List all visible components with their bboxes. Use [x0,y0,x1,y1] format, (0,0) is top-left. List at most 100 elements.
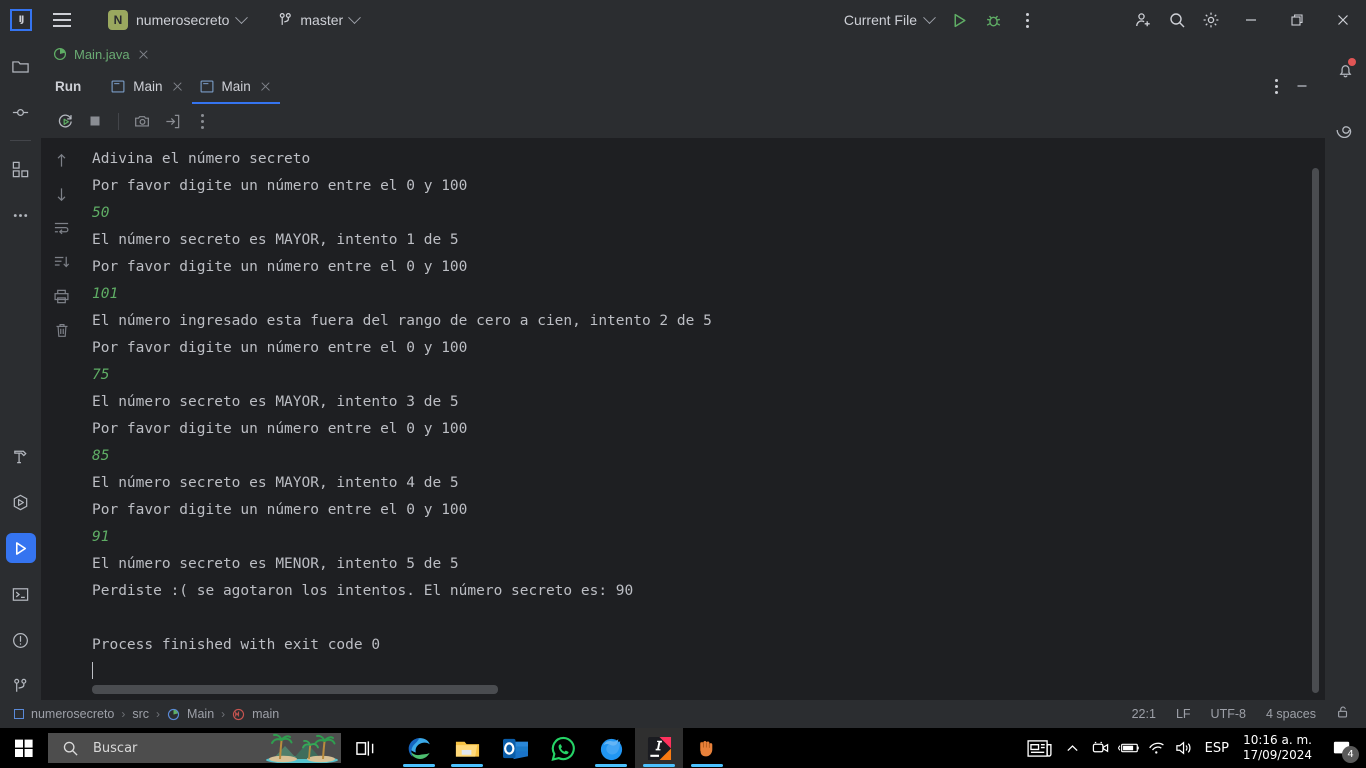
file-explorer-icon[interactable] [443,728,491,768]
branch-name: master [300,12,344,28]
caret-position[interactable]: 22:1 [1132,707,1156,721]
battery-charging-icon[interactable] [1115,728,1143,768]
rail-divider [10,140,31,141]
module-icon [14,709,24,719]
close-icon[interactable] [171,80,184,93]
debug-bug-icon[interactable] [976,0,1010,40]
run-panel-title: Run [55,78,82,94]
console-line: 91 [92,529,110,545]
line-separator[interactable]: LF [1176,707,1191,721]
add-user-icon[interactable] [1126,0,1160,40]
clear-all-trash-icon[interactable] [47,316,77,344]
console-lines: Adivina el número secreto Por favor digit… [82,146,1325,686]
stop-icon[interactable] [81,107,109,135]
hamburger-menu-icon[interactable] [44,0,80,40]
camera-icon[interactable] [1087,728,1115,768]
clock[interactable]: 10:16 a. m. 17/09/2024 [1235,733,1322,763]
outlook-icon[interactable] [491,728,539,768]
structure-icon[interactable] [0,149,41,189]
run-toolbar [41,104,1325,138]
more-vertical-icon[interactable] [1010,0,1044,40]
window-minimize-icon[interactable] [1228,0,1274,40]
language-indicator[interactable]: ESP [1199,728,1235,768]
breadcrumb-item-method[interactable]: main [252,707,279,721]
console-line: 85 [92,448,110,464]
java-class-icon [167,708,180,720]
breadcrumb-item-module[interactable]: numerosecreto [31,707,114,721]
indent-setting[interactable]: 4 spaces [1266,707,1316,721]
breadcrumb-item-class[interactable]: Main [187,707,214,721]
console-vertical-scrollbar[interactable] [1312,168,1319,693]
window-close-icon[interactable] [1320,0,1366,40]
run-play-icon[interactable] [942,0,976,40]
search-icon[interactable] [1160,0,1194,40]
editor-tab-main-java[interactable]: Main.java [41,40,160,68]
intellij-logo-icon[interactable]: IJ [10,9,32,31]
clock-time: 10:16 a. m. [1243,733,1312,747]
close-icon[interactable] [137,48,150,61]
console-line: El número ingresado esta fuera del rango… [92,313,712,329]
microsoft-edge-icon[interactable] [395,728,443,768]
volume-icon[interactable] [1171,728,1199,768]
terminal-icon[interactable] [0,574,41,614]
problems-icon[interactable] [0,620,41,660]
export-icon[interactable] [158,107,186,135]
commit-icon[interactable] [0,92,41,132]
whatsapp-icon[interactable] [539,728,587,768]
run-tab-main-1[interactable]: Main [103,68,191,104]
close-icon[interactable] [259,80,272,93]
console-output[interactable]: Adivina el número secreto Por favor digit… [82,138,1325,700]
wifi-icon[interactable] [1143,728,1171,768]
hide-panel-icon[interactable] [1289,68,1315,104]
search-icon [63,741,78,756]
scroll-up-icon[interactable] [47,146,77,174]
action-center-icon[interactable]: 4 [1322,728,1362,768]
console-horizontal-scrollbar[interactable] [92,685,498,694]
gear-icon[interactable] [1194,0,1228,40]
console-line: Por favor digite un número entre el 0 y … [92,340,468,356]
breadcrumb-item-src[interactable]: src [132,707,149,721]
console-line: Por favor digite un número entre el 0 y … [92,421,468,437]
breadcrumb: numerosecreto › src › Main › main [14,707,279,721]
file-encoding[interactable]: UTF-8 [1211,707,1246,721]
soft-wrap-icon[interactable] [47,214,77,242]
project-folder-icon[interactable] [0,46,41,86]
show-hidden-icons-chevron-icon[interactable] [1059,728,1087,768]
scroll-down-icon[interactable] [47,180,77,208]
toolbar-divider [118,112,119,130]
rerun-icon[interactable] [51,107,79,135]
task-view-icon[interactable] [341,728,389,768]
hand-app-icon[interactable] [683,728,731,768]
project-selector[interactable]: N numerosecreto [102,7,252,33]
screenshot-camera-icon[interactable] [128,107,156,135]
intellij-idea-icon[interactable] [635,728,683,768]
branch-selector[interactable]: master [278,10,362,28]
window-maximize-icon[interactable] [1274,0,1320,40]
breadcrumb-separator: › [156,707,161,721]
search-input[interactable]: Buscar [48,733,341,763]
chevron-down-icon [348,10,362,24]
services-icon[interactable] [0,482,41,522]
console-line: Adivina el número secreto [92,151,311,167]
toolbar-more-icon[interactable] [188,107,216,135]
editor-tab-label: Main.java [74,46,130,62]
run-configuration-label: Current File [843,12,917,28]
news-weather-icon[interactable] [1021,728,1059,768]
breadcrumb-separator: › [121,707,126,721]
print-icon[interactable] [47,282,77,310]
scroll-to-end-icon[interactable] [47,248,77,276]
windows-start-icon[interactable] [0,728,48,768]
run-tool-icon[interactable] [0,528,41,568]
build-hammer-icon[interactable] [0,436,41,476]
run-configuration-selector[interactable]: Current File [836,8,942,32]
more-tools-icon[interactable] [0,195,41,235]
ai-assistant-spiral-icon[interactable] [1325,108,1366,152]
firefox-icon[interactable] [587,728,635,768]
unlocked-padlock-icon[interactable] [1336,705,1350,724]
bell-notification-icon[interactable] [1325,48,1366,92]
console-icon [200,79,213,93]
more-vertical-icon[interactable] [1263,68,1289,104]
run-tab-main-2[interactable]: Main [191,68,281,104]
console-icon [111,79,125,93]
